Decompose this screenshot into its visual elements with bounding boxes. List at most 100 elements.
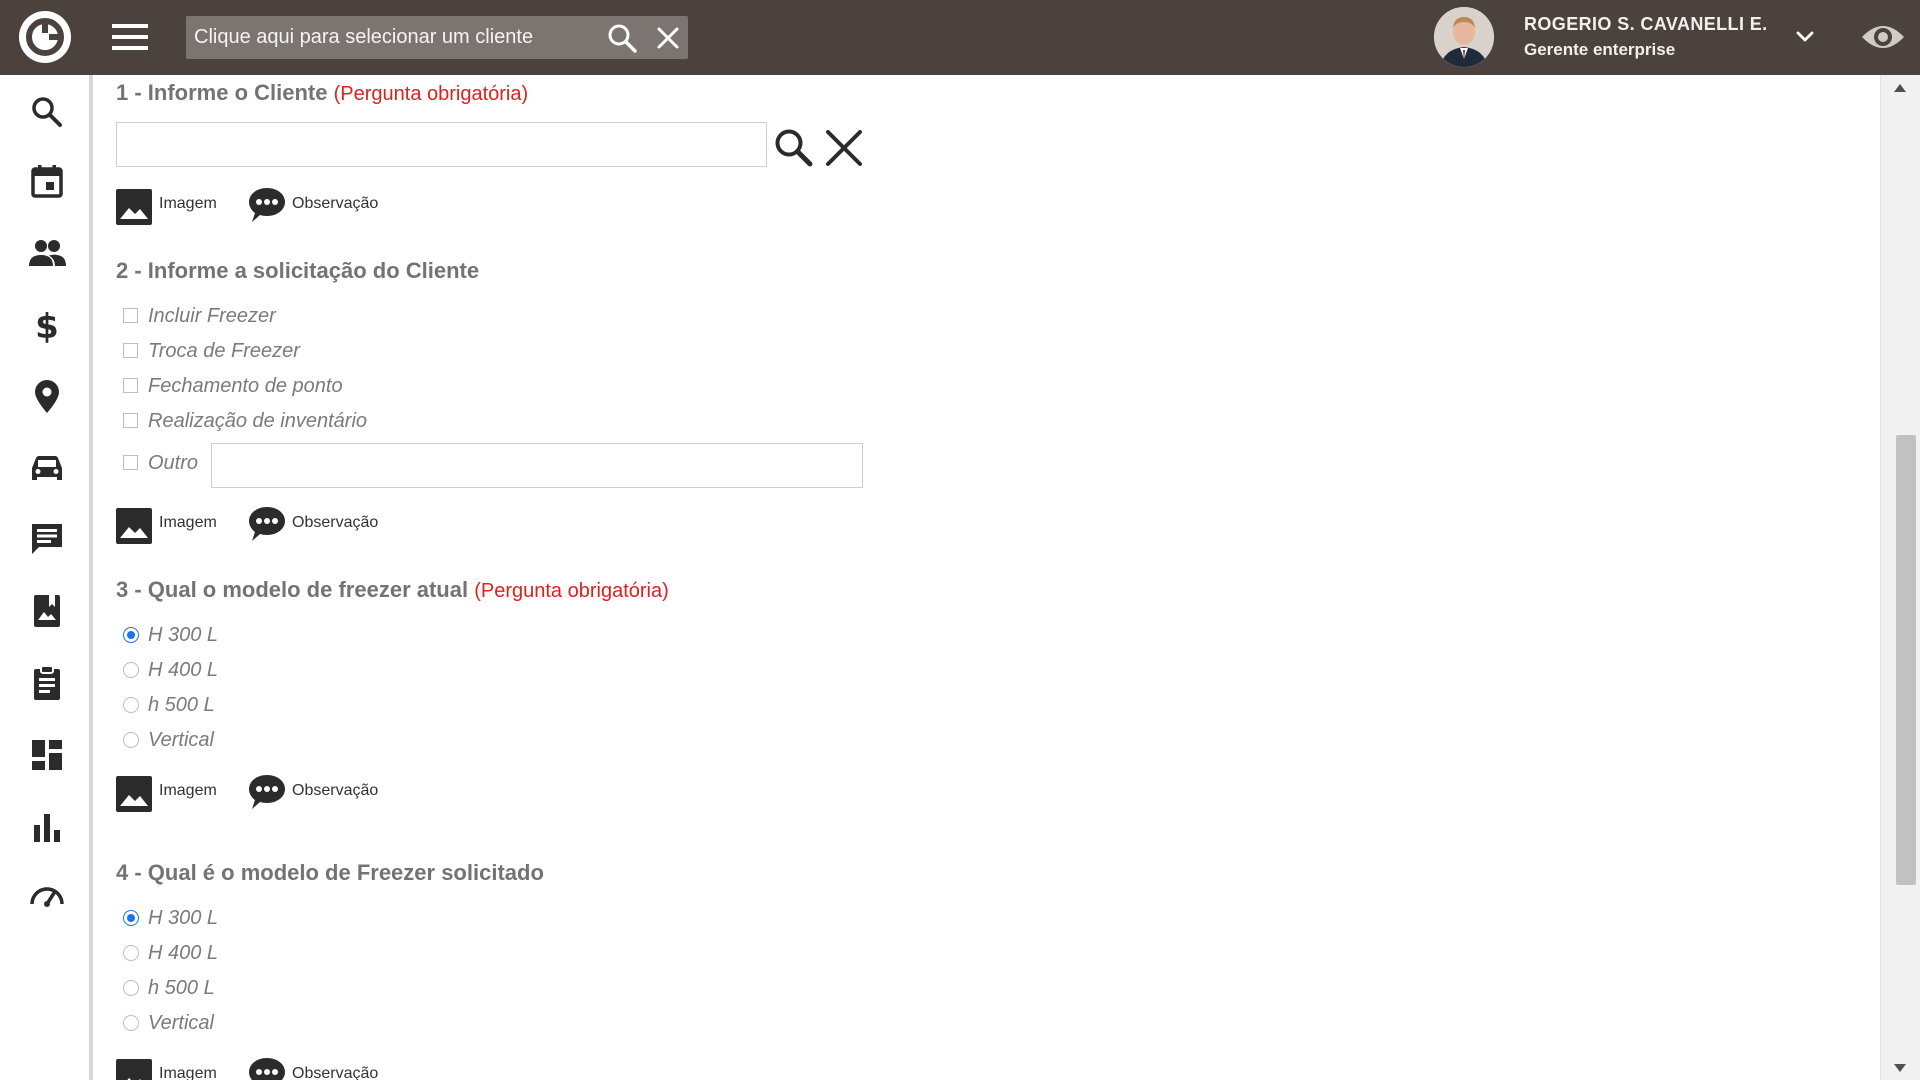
question-3-option[interactable]: H 300 L bbox=[120, 620, 420, 650]
option-label: h 500 L bbox=[148, 694, 215, 716]
bar-chart-icon bbox=[34, 814, 60, 842]
option-label: Realização de inventário bbox=[148, 410, 368, 432]
sidebar-item-photos[interactable] bbox=[27, 591, 67, 631]
question-4-observation-label[interactable]: Observação bbox=[292, 1065, 378, 1080]
question-1-image-label[interactable]: Imagem bbox=[159, 195, 217, 213]
question-4-title: 4 - Qual é o modelo de Freezer solicitad… bbox=[116, 860, 544, 886]
question-2-option-other[interactable]: Outro bbox=[120, 448, 210, 478]
question-4-option[interactable]: Vertical bbox=[120, 1008, 420, 1038]
question-2-text: 2 - Informe a solicitação do Cliente bbox=[116, 258, 480, 283]
close-icon bbox=[657, 27, 679, 49]
question-3-option[interactable]: h 500 L bbox=[120, 690, 420, 720]
question-1-search-button[interactable] bbox=[772, 126, 814, 168]
question-3-option[interactable]: H 400 L bbox=[120, 655, 420, 685]
checkbox[interactable] bbox=[123, 378, 138, 393]
checkbox[interactable] bbox=[123, 343, 138, 358]
question-1-observation-label[interactable]: Observação bbox=[292, 195, 378, 213]
radio-button[interactable] bbox=[123, 697, 139, 713]
scroll-down-button[interactable] bbox=[1893, 1063, 1907, 1073]
radio-button[interactable] bbox=[123, 980, 139, 996]
image-icon bbox=[116, 776, 152, 812]
client-search-box[interactable]: Clique aqui para selecionar um cliente bbox=[186, 16, 688, 59]
sidebar: $ bbox=[0, 75, 93, 1080]
question-1-client-input[interactable] bbox=[116, 122, 767, 167]
question-2-option[interactable]: Realização de inventário bbox=[120, 406, 520, 436]
question-4-option[interactable]: H 400 L bbox=[120, 938, 420, 968]
question-1-add-observation-button[interactable] bbox=[247, 185, 287, 225]
clipboard-icon bbox=[34, 665, 60, 700]
sidebar-item-people[interactable] bbox=[27, 233, 67, 273]
image-icon bbox=[116, 508, 152, 544]
car-icon bbox=[32, 456, 62, 480]
checkbox[interactable] bbox=[123, 308, 138, 323]
radio-button-selected[interactable] bbox=[123, 627, 139, 643]
app-logo[interactable] bbox=[18, 10, 72, 64]
radio-button-selected[interactable] bbox=[123, 910, 139, 926]
menu-button[interactable] bbox=[110, 20, 150, 54]
question-3-observation-label[interactable]: Observação bbox=[292, 782, 378, 800]
question-3-required: (Pergunta obrigatória) bbox=[474, 580, 669, 602]
option-label: Incluir Freezer bbox=[148, 305, 276, 327]
option-label: h 500 L bbox=[148, 977, 215, 999]
question-2-add-image-button[interactable] bbox=[116, 508, 152, 544]
search-icon bbox=[32, 97, 62, 127]
question-1-clear-button[interactable] bbox=[824, 128, 864, 168]
scroll-up-button[interactable] bbox=[1893, 83, 1907, 93]
question-2-add-observation-button[interactable] bbox=[247, 504, 287, 544]
question-2-other-input[interactable] bbox=[211, 443, 863, 488]
question-2-observation-label[interactable]: Observação bbox=[292, 514, 378, 532]
sidebar-item-performance[interactable] bbox=[27, 877, 67, 917]
sidebar-item-vehicles[interactable] bbox=[27, 449, 67, 489]
client-search-button[interactable] bbox=[606, 22, 638, 54]
sidebar-item-dashboard[interactable] bbox=[27, 735, 67, 775]
question-2-option[interactable]: Troca de Freezer bbox=[120, 336, 520, 366]
question-4-image-label[interactable]: Imagem bbox=[159, 1065, 217, 1080]
option-label: H 300 L bbox=[148, 624, 219, 646]
sidebar-item-messages[interactable] bbox=[27, 519, 67, 559]
search-icon bbox=[775, 129, 813, 167]
question-2-option[interactable]: Fechamento de ponto bbox=[120, 371, 520, 401]
question-4-add-observation-button[interactable] bbox=[247, 1055, 287, 1080]
question-1-add-image-button[interactable] bbox=[116, 189, 152, 225]
option-label: Troca de Freezer bbox=[148, 340, 300, 362]
client-search-input[interactable]: Clique aqui para selecionar um cliente bbox=[194, 16, 533, 59]
image-icon bbox=[116, 189, 152, 225]
scrollbar-thumb[interactable] bbox=[1896, 435, 1916, 885]
user-name: ROGERIO S. CAVANELLI E. bbox=[1524, 14, 1768, 34]
message-icon bbox=[32, 524, 62, 554]
question-3-add-image-button[interactable] bbox=[116, 776, 152, 812]
user-photo-icon bbox=[1434, 7, 1494, 67]
question-4-option[interactable]: h 500 L bbox=[120, 973, 420, 1003]
question-3-add-observation-button[interactable] bbox=[247, 772, 287, 812]
people-icon bbox=[29, 240, 66, 266]
checkbox[interactable] bbox=[123, 455, 138, 470]
calendar-icon bbox=[31, 165, 63, 198]
radio-button[interactable] bbox=[123, 732, 139, 748]
radio-button[interactable] bbox=[123, 662, 139, 678]
option-label: H 300 L bbox=[148, 907, 219, 929]
vertical-scrollbar[interactable] bbox=[1880, 75, 1920, 1080]
question-3-option[interactable]: Vertical bbox=[120, 725, 420, 755]
sidebar-item-tasks[interactable] bbox=[27, 663, 67, 703]
radio-button[interactable] bbox=[123, 945, 139, 961]
sidebar-item-reports[interactable] bbox=[27, 807, 67, 847]
user-avatar[interactable] bbox=[1434, 7, 1494, 67]
sidebar-item-finance[interactable]: $ bbox=[27, 305, 67, 345]
scrollbar-track bbox=[1880, 75, 1881, 1080]
question-4-option[interactable]: H 300 L bbox=[120, 903, 420, 933]
radio-button[interactable] bbox=[123, 1015, 139, 1031]
question-3-image-label[interactable]: Imagem bbox=[159, 782, 217, 800]
search-icon bbox=[608, 24, 637, 53]
sidebar-item-search[interactable] bbox=[27, 92, 67, 132]
visibility-button[interactable] bbox=[1860, 18, 1906, 56]
sidebar-item-calendar[interactable] bbox=[27, 161, 67, 201]
image-icon bbox=[116, 1059, 152, 1080]
question-2-option[interactable]: Incluir Freezer bbox=[120, 301, 520, 331]
user-menu-toggle[interactable] bbox=[1792, 24, 1818, 50]
client-clear-button[interactable] bbox=[654, 24, 682, 52]
sidebar-item-location[interactable] bbox=[27, 377, 67, 417]
question-2-image-label[interactable]: Imagem bbox=[159, 514, 217, 532]
question-4-add-image-button[interactable] bbox=[116, 1059, 152, 1080]
option-label: Outro bbox=[148, 452, 199, 474]
checkbox[interactable] bbox=[123, 413, 138, 428]
